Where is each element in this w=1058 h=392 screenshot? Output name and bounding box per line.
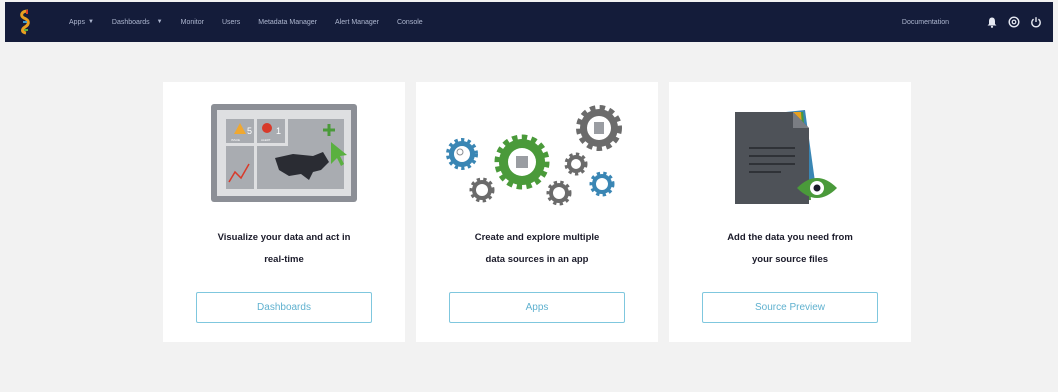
card-description: Create and explore multiple data sources… bbox=[416, 227, 658, 271]
card-description: Visualize your data and act in real-time bbox=[163, 227, 405, 271]
source-preview-card: Add the data you need from your source f… bbox=[669, 82, 911, 342]
chevron-down-icon: ▼ bbox=[156, 19, 163, 25]
card-description-line2: your source files bbox=[751, 254, 829, 265]
nav-alert-manager[interactable]: Alert Manager bbox=[335, 19, 379, 26]
nav-users[interactable]: Users bbox=[222, 19, 240, 26]
nav-dashboards-label: Dashboards bbox=[111, 18, 150, 26]
card-description-line1: Add the data you need from bbox=[727, 232, 853, 243]
nav-dashboards[interactable]: Dashboards ▼ bbox=[112, 19, 163, 26]
power-icon[interactable] bbox=[1029, 15, 1043, 29]
nav-apps-label: Apps bbox=[69, 18, 85, 26]
alert-count: 1 bbox=[276, 126, 281, 136]
chevron-down-icon: ▼ bbox=[87, 19, 94, 25]
card-description-line1: Visualize your data and act in bbox=[217, 232, 351, 243]
gears-illustration bbox=[446, 105, 622, 206]
nav-apps[interactable]: Apps ▼ bbox=[69, 19, 94, 26]
main-nav: Apps ▼ Dashboards ▼ Monitor Users Metadata… bbox=[69, 2, 441, 42]
document-preview-illustration bbox=[735, 110, 837, 204]
alert-caption: ALERT bbox=[261, 138, 271, 142]
dashboards-card: 5 ISSUE 1 ALERT Visualize your data and … bbox=[163, 82, 405, 342]
dashboard-monitor-illustration: 5 ISSUE 1 ALERT bbox=[211, 104, 357, 202]
help-icon[interactable] bbox=[1007, 15, 1021, 29]
warning-count: 5 bbox=[247, 126, 252, 136]
warning-caption: ISSUE bbox=[231, 138, 240, 142]
card-description-line1: Create and explore multiple bbox=[474, 232, 600, 243]
bell-icon[interactable] bbox=[985, 15, 999, 29]
apps-card: Create and explore multiple data sources… bbox=[416, 82, 658, 342]
card-description: Add the data you need from your source f… bbox=[669, 227, 911, 271]
top-navigation-bar: Apps ▼ Dashboards ▼ Monitor Users Metadata… bbox=[5, 2, 1053, 42]
source-preview-button[interactable]: Source Preview bbox=[702, 292, 878, 323]
card-description-line2: data sources in an app bbox=[485, 254, 589, 265]
nav-console[interactable]: Console bbox=[397, 19, 423, 26]
nav-right: Documentation bbox=[902, 2, 1053, 42]
app-logo[interactable] bbox=[5, 2, 45, 42]
dashboards-button[interactable]: Dashboards bbox=[196, 292, 372, 323]
card-description-line2: real-time bbox=[264, 254, 304, 265]
nav-metadata-manager[interactable]: Metadata Manager bbox=[258, 19, 317, 26]
documentation-link[interactable]: Documentation bbox=[902, 19, 949, 26]
nav-monitor[interactable]: Monitor bbox=[181, 19, 204, 26]
apps-button[interactable]: Apps bbox=[449, 292, 625, 323]
